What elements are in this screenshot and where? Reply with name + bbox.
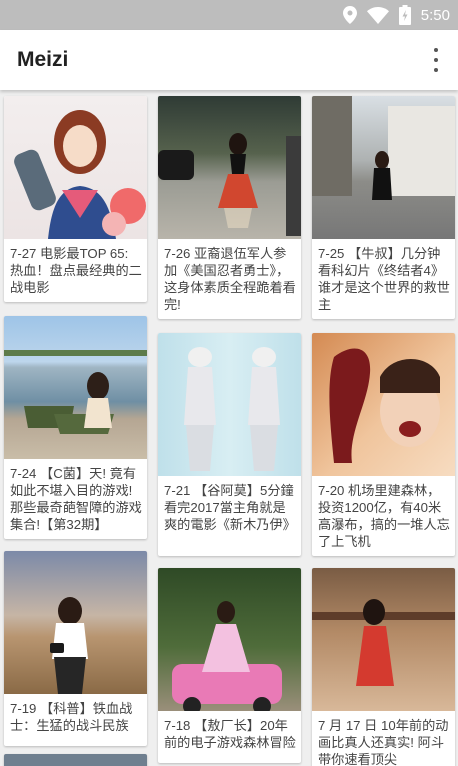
card-caption: 7-20 机场里建森林，投资1200亿，有40米高瀑布，搞的一堆人忘了上飞机 xyxy=(318,483,450,549)
battery-icon xyxy=(398,5,411,25)
feed-card[interactable]: 7-20 机场里建森林，投资1200亿，有40米高瀑布，搞的一堆人忘了上飞机 xyxy=(312,333,455,556)
status-time: 5:50 xyxy=(420,6,450,24)
feed-card[interactable]: 7-26 亚裔退伍军人参加《美国忍者勇士》，这身体素质全程跪着看完! xyxy=(158,96,301,319)
app-bar: Meizi xyxy=(0,30,458,90)
feed-card[interactable]: 7-27 电影最TOP 65: 热血！盘点最经典的二战电影 xyxy=(4,96,147,302)
card-photo xyxy=(158,333,301,476)
feed-card[interactable]: 7-18 【敖厂长】20年前的电子游戏森林冒险 xyxy=(158,568,301,763)
card-photo xyxy=(312,96,455,239)
card-photo xyxy=(4,754,147,766)
card-photo xyxy=(158,96,301,239)
status-bar: 5:50 xyxy=(0,0,458,30)
app-title: Meizi xyxy=(17,48,69,71)
card-caption: 7 月 17 日 10年前的动画比真人还真实! 阿斗带你速看顶尖 xyxy=(318,718,449,766)
card-caption: 7-21 【谷阿莫】5分鐘看完2017當主角就是爽的電影《新木乃伊》 xyxy=(164,483,296,532)
card-photo xyxy=(158,568,301,711)
card-caption: 7-25 【牛叔】几分钟看科幻片《终结者4》谁才是这个世界的救世主 xyxy=(318,246,450,312)
card-photo xyxy=(312,568,455,711)
status-icons: 5:50 xyxy=(342,0,450,30)
card-caption: 7-26 亚裔退伍军人参加《美国忍者勇士》，这身体素质全程跪着看完! xyxy=(164,246,296,312)
card-caption: 7-27 电影最TOP 65: 热血！盘点最经典的二战电影 xyxy=(10,246,142,295)
feed-card[interactable]: 7-25 【牛叔】几分钟看科幻片《终结者4》谁才是这个世界的救世主 xyxy=(312,96,455,319)
feed-card[interactable] xyxy=(4,754,147,766)
card-photo xyxy=(4,316,147,459)
card-caption: 7-19 【科普】铁血战士：生猛的战斗民族 xyxy=(10,701,133,733)
card-caption: 7-18 【敖厂长】20年前的电子游戏森林冒险 xyxy=(164,718,296,750)
card-photo xyxy=(4,551,147,694)
more-vert-icon[interactable] xyxy=(428,48,444,72)
wifi-icon xyxy=(366,6,389,24)
location-icon xyxy=(342,6,357,24)
photo-feed[interactable]: 7-27 电影最TOP 65: 热血！盘点最经典的二战电影 7-24 【C菌】天… xyxy=(0,90,458,766)
card-caption: 7-24 【C菌】天! 竟有如此不堪入目的游戏! 那些最奇葩智障的游戏集合!【第… xyxy=(10,466,142,532)
card-photo xyxy=(4,96,147,239)
feed-card[interactable]: 7 月 17 日 10年前的动画比真人还真实! 阿斗带你速看顶尖 xyxy=(312,568,455,766)
feed-card[interactable]: 7-24 【C菌】天! 竟有如此不堪入目的游戏! 那些最奇葩智障的游戏集合!【第… xyxy=(4,316,147,539)
feed-card[interactable]: 7-19 【科普】铁血战士：生猛的战斗民族 xyxy=(4,551,147,746)
card-photo xyxy=(312,333,455,476)
feed-card[interactable]: 7-21 【谷阿莫】5分鐘看完2017當主角就是爽的電影《新木乃伊》 xyxy=(158,333,301,556)
